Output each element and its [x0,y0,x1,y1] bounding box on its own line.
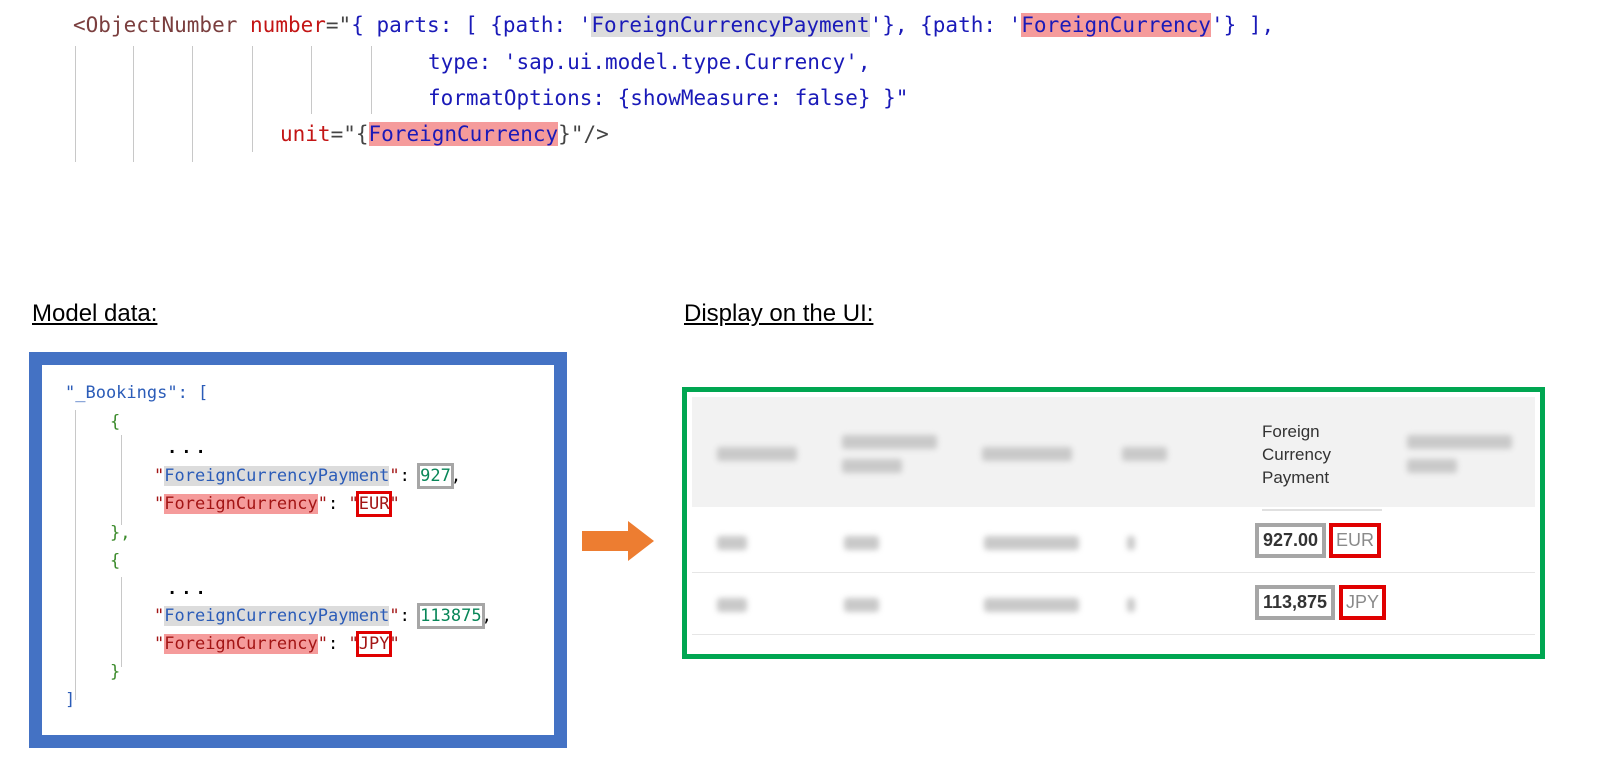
table-header [692,397,1535,507]
json-indent-guide [121,577,122,667]
header-line: Currency [1262,445,1331,464]
payment-amount: 113,875 [1255,585,1336,620]
code-attr-unit: unit [280,122,331,146]
code-attr-number: number [250,13,326,37]
code-eq-unit: ="{ [330,122,369,146]
blurred-header [1407,435,1512,449]
blurred-cell [844,536,879,550]
json-root-key: "_Bookings": [ [65,383,209,403]
table-row[interactable] [692,512,1535,573]
json-currency-value: JPY [355,631,393,657]
table-row[interactable] [692,574,1535,635]
blurred-cell [1127,536,1135,550]
blurred-cell [717,536,747,550]
code-line-4: unit="{ForeignCurrency}"/> [280,119,609,149]
code-tag-name: <ObjectNumber [73,13,238,37]
json-record-2-payment: "ForeignCurrencyPayment": 113875, [154,603,492,629]
json-record-2-currency: "ForeignCurrency": "JPY" [154,631,400,657]
json-ellipsis-1: ... [167,438,210,458]
json-currency-key: ForeignCurrency [164,634,318,654]
indent-guide [371,46,372,114]
blurred-header [717,447,797,461]
indent-guide [75,46,76,162]
code-path-payment: ForeignCurrencyPayment [591,13,870,37]
code-unit-binding: ForeignCurrency [368,122,559,146]
json-indent-guide [121,435,122,525]
blurred-header [1122,447,1167,461]
json-payment-value: 113875 [417,603,485,629]
code-snippet: <ObjectNumber number="{ parts: [ {path: … [0,0,1600,180]
payment-currency-unit: JPY [1339,585,1387,620]
indent-guide [192,46,193,162]
indent-guide [252,46,253,152]
blurred-cell [1127,598,1135,612]
json-currency-value: EUR [355,491,393,517]
json-close-brace-2: } [110,662,121,682]
blurred-header [842,459,902,473]
blurred-cell [844,598,879,612]
json-payment-value: 927 [417,463,454,489]
right-arrow-icon [582,521,654,561]
blurred-cell [717,598,747,612]
code-line-3: formatOptions: {showMeasure: false} }" [428,86,909,110]
code-eq: =" [325,13,352,37]
json-close-brace-1: }, [110,523,131,543]
blurred-header [842,435,937,449]
json-currency-key: ForeignCurrency [164,494,318,514]
header-line: Foreign [1262,422,1320,441]
payment-amount: 927.00 [1255,523,1327,558]
code-path-currency: ForeignCurrency [1021,13,1211,37]
code-tag-close: }"/> [558,122,609,146]
json-payment-key: ForeignCurrencyPayment [164,466,390,486]
indent-guide [311,46,312,114]
blurred-header [982,447,1072,461]
json-record-1-payment: "ForeignCurrencyPayment": 927, [154,463,462,489]
code-parts-end: '} ], [1210,13,1275,37]
payment-currency-unit: EUR [1329,523,1382,558]
json-indent-guide [75,410,76,700]
json-open-brace-1: { [110,412,121,432]
code-parts-mid: '}, {path: ' [869,13,1022,37]
code-line-2: type: 'sap.ui.model.type.Currency', [428,50,871,74]
json-open-brace-2: { [110,551,121,571]
header-divider [1262,509,1382,511]
blurred-header [1407,459,1457,473]
ui-display-panel: Foreign Currency Payment 927.00 EUR 113,… [682,387,1545,659]
header-line: Payment [1262,468,1330,487]
code-parts-start: { parts: [ {path: ' [351,13,592,37]
json-ellipsis-2: ... [167,579,210,599]
json-close-bracket: ] [65,690,76,710]
blurred-cell [984,598,1079,612]
model-data-panel: "_Bookings": [ { ... "ForeignCurrencyPay… [29,352,567,748]
code-line-1: <ObjectNumber number="{ parts: [ {path: … [73,10,1274,40]
model-data-caption: Model data: [32,300,158,327]
ui-display-caption: Display on the UI: [684,300,874,327]
json-payment-key: ForeignCurrencyPayment [164,606,390,626]
json-record-1-currency: "ForeignCurrency": "EUR" [154,491,400,517]
indent-guide [133,46,134,162]
foreign-currency-payment-header: Foreign Currency Payment [1262,420,1382,489]
blurred-cell [984,536,1079,550]
